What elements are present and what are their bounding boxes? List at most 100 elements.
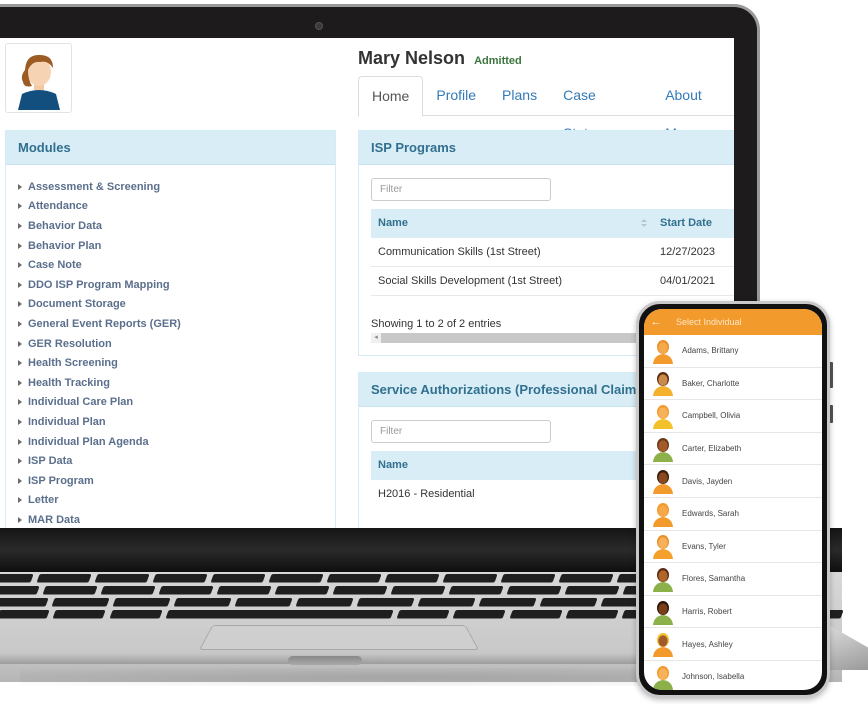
phone-title: Select Individual xyxy=(676,317,742,327)
list-item[interactable]: Evans, Tyler xyxy=(644,531,822,564)
patient-avatar xyxy=(5,43,72,113)
module-item[interactable]: Individual Plan xyxy=(18,412,335,432)
caret-right-icon xyxy=(18,340,22,347)
sort-icon[interactable] xyxy=(641,219,647,227)
caret-right-icon xyxy=(18,458,22,465)
module-label: GER Resolution xyxy=(28,337,112,350)
module-label: MAR Data xyxy=(28,513,80,526)
module-item[interactable]: GER Resolution xyxy=(18,334,335,354)
list-item[interactable]: Campbell, Olivia xyxy=(644,400,822,433)
module-item[interactable]: Health Screening xyxy=(18,353,335,373)
individual-name: Hayes, Ashley xyxy=(682,639,733,649)
module-item[interactable]: Letter xyxy=(18,491,335,511)
scroll-left-icon[interactable]: ◂ xyxy=(371,333,381,343)
tab-plans[interactable]: Plans xyxy=(489,76,550,115)
module-item[interactable]: Attendance xyxy=(18,197,335,217)
module-item[interactable]: DDO ISP Program Mapping xyxy=(18,275,335,295)
tab-home[interactable]: Home xyxy=(358,76,424,117)
caret-right-icon xyxy=(18,262,22,269)
keyboard-key xyxy=(108,610,163,619)
module-label: Assessment & Screening xyxy=(28,180,161,193)
back-arrow-icon[interactable]: ← xyxy=(644,316,668,328)
keyboard-key xyxy=(442,574,498,583)
keyboard-key xyxy=(448,586,504,595)
list-item[interactable]: Davis, Jayden xyxy=(644,465,822,498)
list-item[interactable]: Johnson, Isabella xyxy=(644,661,822,690)
keyboard-key xyxy=(0,598,49,607)
keyboard-key xyxy=(42,586,98,595)
keyboard-key xyxy=(452,610,507,619)
list-item[interactable]: Carter, Elizabeth xyxy=(644,433,822,466)
module-label: Letter xyxy=(28,494,59,507)
tab-case-status[interactable]: Case Status xyxy=(550,76,652,141)
caret-right-icon xyxy=(18,360,22,367)
caret-right-icon xyxy=(18,399,22,406)
keyboard-key xyxy=(356,598,415,607)
horizontal-scrollbar[interactable]: ◂ xyxy=(371,333,651,343)
isp-programs-title: ISP Programs xyxy=(359,131,734,165)
module-label: Individual Plan Agenda xyxy=(28,435,149,448)
list-item[interactable]: Flores, Samantha xyxy=(644,563,822,596)
module-item[interactable]: Assessment & Screening xyxy=(18,177,335,197)
keyboard-key xyxy=(332,586,388,595)
module-list: Assessment & Screening Attendance Behavior… xyxy=(6,165,335,528)
sa-filter-input[interactable]: Filter xyxy=(371,420,551,443)
list-item[interactable]: Hayes, Ashley xyxy=(644,628,822,661)
person-avatar-icon xyxy=(653,470,673,495)
module-item[interactable]: Behavior Plan xyxy=(18,236,335,256)
module-item[interactable]: Document Storage xyxy=(18,295,335,315)
keyboard-key xyxy=(94,574,150,583)
module-label: Document Storage xyxy=(28,298,126,311)
module-item[interactable]: Case Note xyxy=(18,255,335,275)
module-label: ISP Data xyxy=(28,455,73,468)
individual-name: Flores, Samantha xyxy=(682,574,746,584)
keyboard-key xyxy=(0,586,40,595)
caret-right-icon xyxy=(18,222,22,229)
module-item[interactable]: ISP Data xyxy=(18,451,335,471)
person-avatar-icon xyxy=(653,567,673,592)
person-avatar-icon xyxy=(653,665,673,690)
module-item[interactable]: Behavior Data xyxy=(18,216,335,236)
person-avatar-icon xyxy=(653,339,673,364)
trackpad xyxy=(198,625,480,651)
list-item[interactable]: Harris, Robert xyxy=(644,596,822,629)
person-avatar-icon xyxy=(653,600,673,625)
module-label: Attendance xyxy=(28,200,88,213)
keyboard-key xyxy=(417,598,476,607)
list-item[interactable]: Baker, Charlotte xyxy=(644,368,822,401)
keyboard-key xyxy=(165,610,394,619)
list-item[interactable]: Edwards, Sarah xyxy=(644,498,822,531)
column-start-date[interactable]: Start Date xyxy=(660,209,712,238)
keyboard-key xyxy=(36,574,92,583)
isp-filter-input[interactable]: Filter xyxy=(371,178,551,201)
column-name[interactable]: Name xyxy=(378,209,408,238)
keyboard-key xyxy=(565,610,619,619)
individual-list: Adams, Brittany Baker, Charlotte Campbell,… xyxy=(644,335,822,690)
list-item[interactable]: Adams, Brittany xyxy=(644,335,822,368)
module-item[interactable]: Health Tracking xyxy=(18,373,335,393)
module-item[interactable]: General Event Reports (GER) xyxy=(18,314,335,334)
table-row[interactable]: Communication Skills (1st Street) 12/27/… xyxy=(371,238,734,267)
individual-name: Carter, Elizabeth xyxy=(682,444,742,454)
webcam-icon xyxy=(315,22,323,30)
module-item[interactable]: Individual Care Plan xyxy=(18,393,335,413)
caret-right-icon xyxy=(18,183,22,190)
person-avatar-icon xyxy=(653,633,673,658)
keyboard-key xyxy=(0,610,50,619)
keyboard-key xyxy=(100,586,156,595)
keyboard-key xyxy=(390,586,446,595)
modules-panel: Modules Assessment & Screening Attendance… xyxy=(5,130,336,528)
column-name[interactable]: Name xyxy=(378,451,408,480)
lid-notch xyxy=(288,656,362,665)
caret-right-icon xyxy=(18,418,22,425)
tab-profile[interactable]: Profile xyxy=(423,76,489,115)
table-row[interactable]: Social Skills Development (1st Street) 0… xyxy=(371,267,734,296)
laptop-screen: Modules Assessment & Screening Attendance… xyxy=(0,38,734,528)
authorization-name: H2016 - Residential xyxy=(378,488,475,500)
tab-about-me[interactable]: About Me xyxy=(652,76,734,141)
module-item[interactable]: MAR Data xyxy=(18,510,335,528)
module-item[interactable]: Individual Plan Agenda xyxy=(18,432,335,452)
module-item[interactable]: ISP Program xyxy=(18,471,335,491)
keyboard-key xyxy=(508,610,563,619)
keyboard-key xyxy=(210,574,266,583)
